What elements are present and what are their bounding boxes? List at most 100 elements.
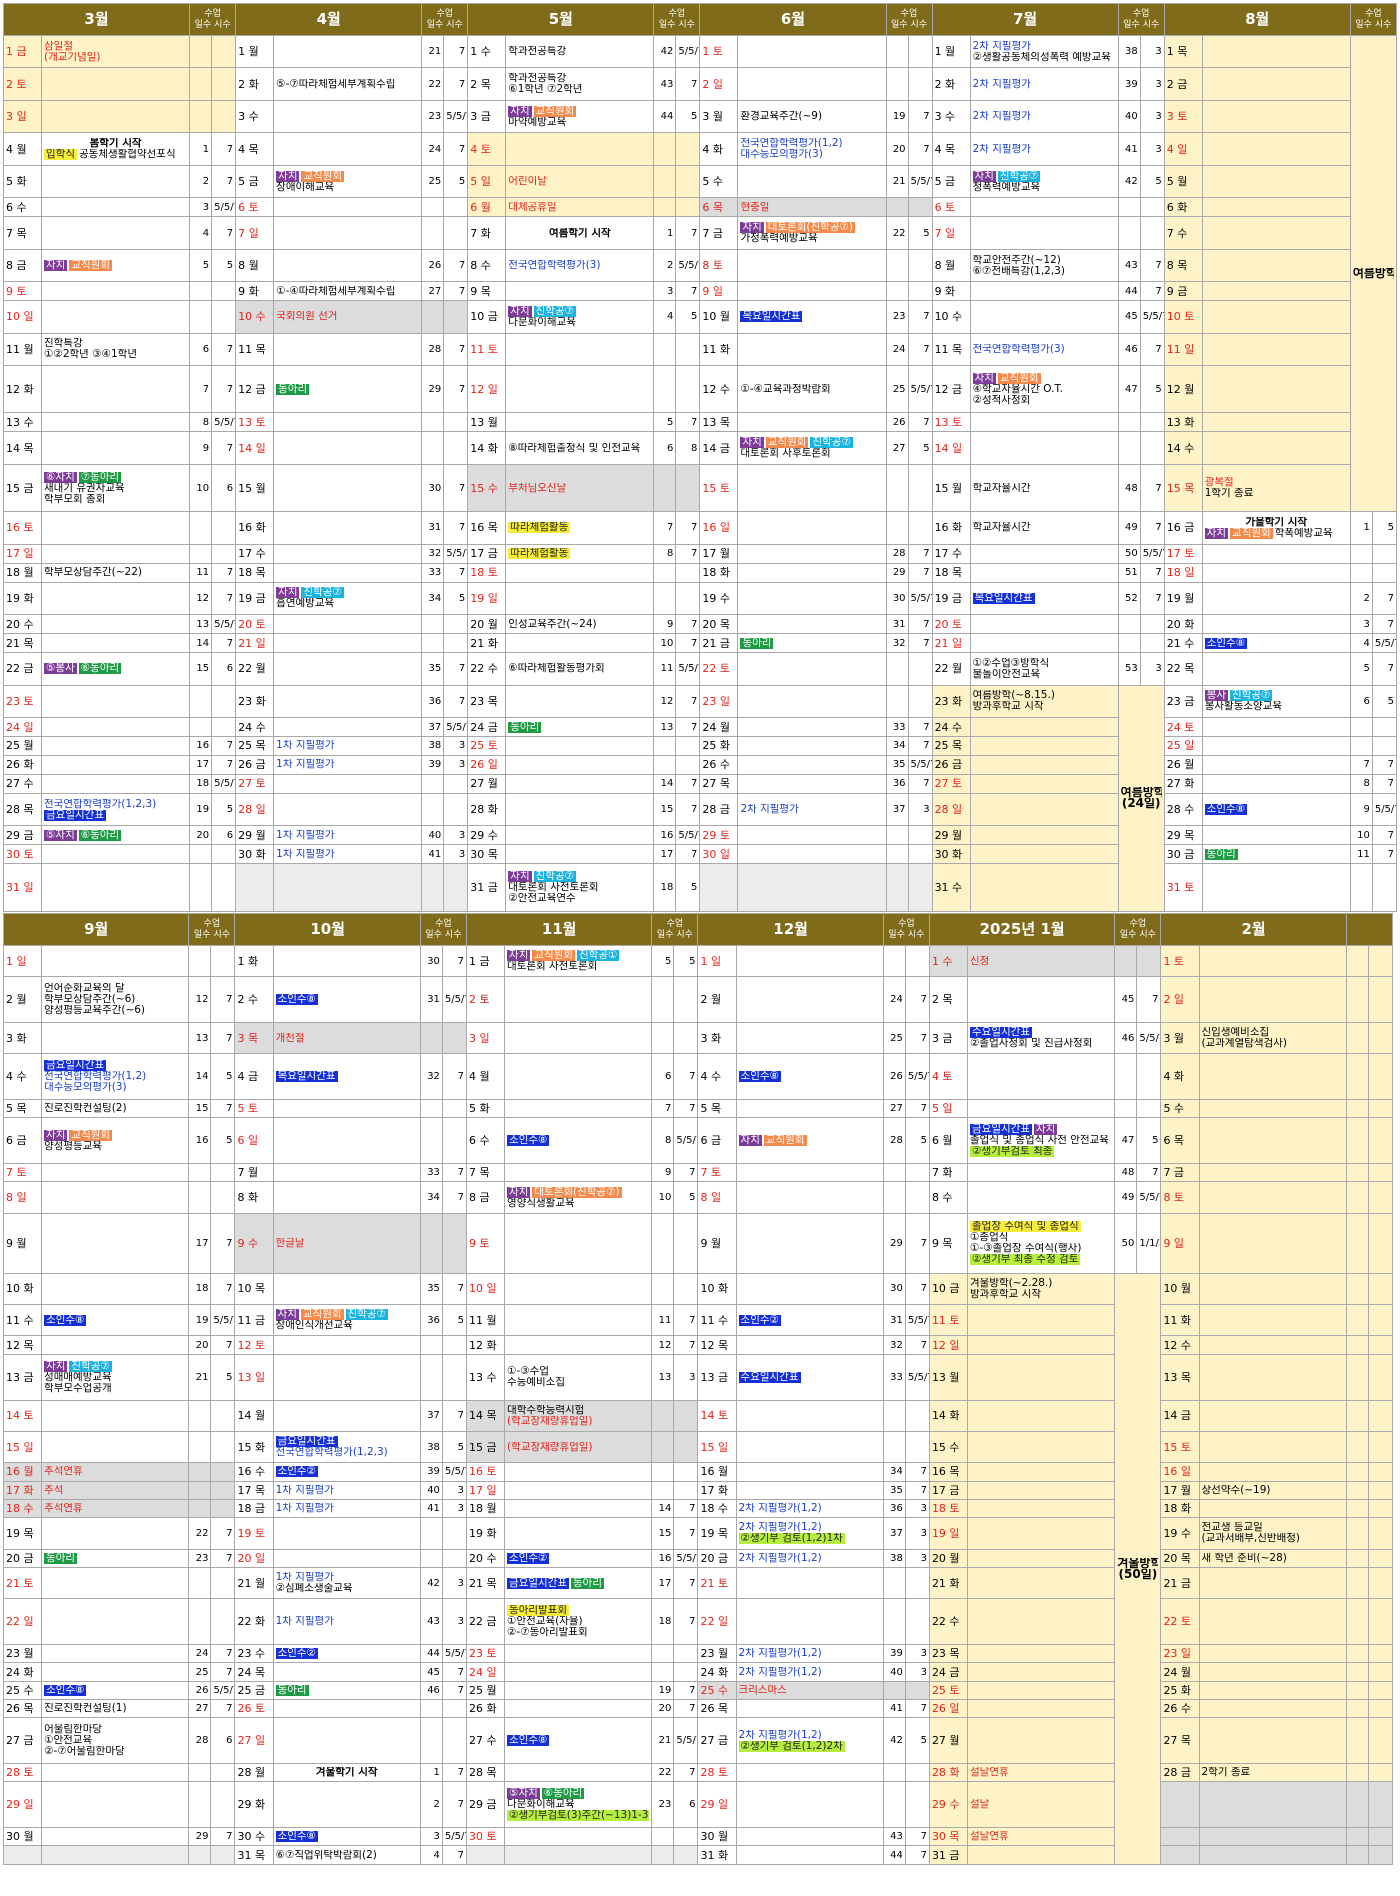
class-day-count — [885, 511, 909, 545]
day-row: 7 목477 일7 화 여름학기 시작 1 7 7 금 자치 대토론회(진학공⑦) 가정폭력예… — [2, 216, 1397, 250]
event-line: 따라체험활동 — [508, 522, 651, 534]
units-header-sub: 일수 시수 — [656, 20, 697, 31]
day-label: 26 목 — [2, 1699, 43, 1719]
class-hours — [1367, 1548, 1394, 1568]
day-label: 25 월 — [465, 1680, 506, 1701]
class-hours: 7 — [907, 132, 933, 166]
event-line: 추석연휴 — [44, 1503, 83, 1515]
units-header-days: 일수 — [1355, 19, 1372, 30]
class-hours: 7 — [673, 1498, 699, 1519]
class-hours: 3 — [1139, 34, 1165, 69]
class-day-count — [653, 562, 677, 583]
class-hours — [211, 511, 237, 545]
class-hours — [1367, 1517, 1394, 1550]
event-tag: 목요일시간표 — [275, 1071, 338, 1083]
class-day-count — [651, 1022, 675, 1055]
day-label: 16 월 — [2, 1462, 43, 1482]
day-label: 17 금 — [928, 1480, 969, 1500]
event-tag: 봉사 — [1204, 690, 1229, 702]
day-events — [41, 1163, 190, 1183]
day-events — [1198, 1353, 1347, 1401]
class-hours — [673, 1430, 699, 1464]
class-hours: 7 — [1139, 332, 1165, 367]
day-label: 2 일 — [1160, 976, 1200, 1024]
day-events: 따라체험활동 — [505, 511, 655, 545]
class-day-count — [1345, 1353, 1369, 1401]
day-label: 14 금 — [699, 431, 739, 465]
day-label: 27 금 — [2, 1717, 43, 1765]
event-line: 진로진학컨설팅(2) — [44, 1103, 127, 1115]
class-hours: 5/5/7 — [675, 652, 701, 686]
class-day-count: 23 — [421, 99, 445, 134]
class-day-count: 41 — [419, 1498, 443, 1519]
class-day-count: 10 — [189, 463, 213, 513]
class-day-count: 34 — [419, 1181, 443, 1214]
day-events — [1201, 825, 1351, 846]
event-line: 동아리 — [508, 721, 651, 733]
day-events — [1201, 863, 1351, 912]
day-label: 10 화 — [697, 1272, 737, 1306]
class-hours — [210, 1781, 236, 1829]
class-day-count — [1345, 1099, 1369, 1119]
class-day-count: 39 — [1117, 67, 1141, 101]
day-label: 27 금 — [697, 1717, 737, 1765]
day-label: 14 토 — [2, 1399, 43, 1432]
day-label: 18 일 — [1163, 562, 1203, 583]
day-events: ①-③수업 수능예비소집 — [504, 1353, 653, 1401]
day-events — [1201, 543, 1351, 564]
class-day-count — [1345, 1548, 1369, 1568]
event-line: 2차 지필평가(1,2) — [738, 1666, 822, 1678]
day-row: 22 금 ⑤봉사 ⑥동아리 15 6 22 월 35 7 22 수 ⑥따라체험활동평가회 11 5/5… — [2, 652, 1398, 686]
day-events: 봉사 진학공⑦ 봉사활동소양교육 — [1201, 684, 1351, 719]
class-hours: 7 — [211, 431, 237, 465]
class-hours — [673, 1662, 699, 1682]
day-row: 29 금⑤자치⑥동아리20629 월1차 지필평가40329 수165/5/72… — [2, 825, 1398, 846]
day-label: 15 일 — [2, 1430, 43, 1464]
day-events — [735, 1022, 884, 1055]
class-hours — [904, 1399, 930, 1432]
day-label — [1160, 1827, 1200, 1847]
day-events — [737, 281, 887, 302]
day-label: 23 월 — [2, 1643, 43, 1664]
class-day-count — [1117, 614, 1141, 635]
day-events: ⑤봉사 ⑥동아리 — [41, 652, 191, 686]
class-day-count: 31 — [885, 614, 909, 635]
class-day-count: 28 — [885, 543, 909, 564]
day-events — [504, 1212, 653, 1274]
day-events — [737, 717, 887, 737]
day-row: 15 금 ⑥자치 ⑦동아리 새내기 유권자교육 학부모회 총회 10 6 15 월 30 7 15 … — [2, 463, 1397, 513]
class-day-count — [188, 1566, 212, 1600]
day-events: 자치 교직원회 마약예방교육 — [505, 99, 655, 134]
class-day-count — [885, 67, 909, 101]
day-events — [41, 581, 191, 616]
class-day-count: 27 — [421, 281, 445, 302]
event-line: 겨울학기 시작 — [315, 1767, 378, 1779]
event-tag: ⑤봉사 — [44, 663, 77, 675]
event-line: 소인수② — [507, 1552, 649, 1564]
class-hours — [443, 633, 469, 654]
day-events: 학부모상담주간(~22) — [41, 562, 191, 583]
class-hours — [1139, 633, 1165, 654]
event-line: 방과후학교 시작 — [970, 1288, 1041, 1300]
day-events: 신정 — [967, 944, 1116, 978]
day-label: 15 일 — [697, 1430, 737, 1464]
day-events — [737, 463, 887, 513]
day-events — [41, 1763, 190, 1783]
class-hours — [1367, 1699, 1394, 1719]
day-events — [41, 1335, 190, 1355]
day-events — [969, 792, 1119, 827]
class-hours: 7 — [210, 1662, 236, 1682]
day-label: 25 화 — [699, 736, 739, 756]
class-hours: 7 — [210, 1827, 236, 1847]
class-day-count: 21 — [651, 1717, 675, 1765]
day-events — [1201, 132, 1351, 166]
event-line: 자치 진학공⑦ — [508, 305, 651, 317]
event-line: ①안전교육 — [44, 1735, 93, 1747]
class-day-count — [188, 1462, 212, 1482]
class-day-count — [882, 1163, 906, 1183]
class-hours — [673, 1643, 699, 1664]
class-day-count: 9 — [189, 431, 213, 465]
day-row: 1 금삼일절(개교기념일)1 월2171 수학과전공특강425/5/71 토1 … — [2, 34, 1398, 513]
day-label: 25 일 — [1163, 736, 1203, 756]
day-label: 3 화 — [2, 1022, 43, 1055]
